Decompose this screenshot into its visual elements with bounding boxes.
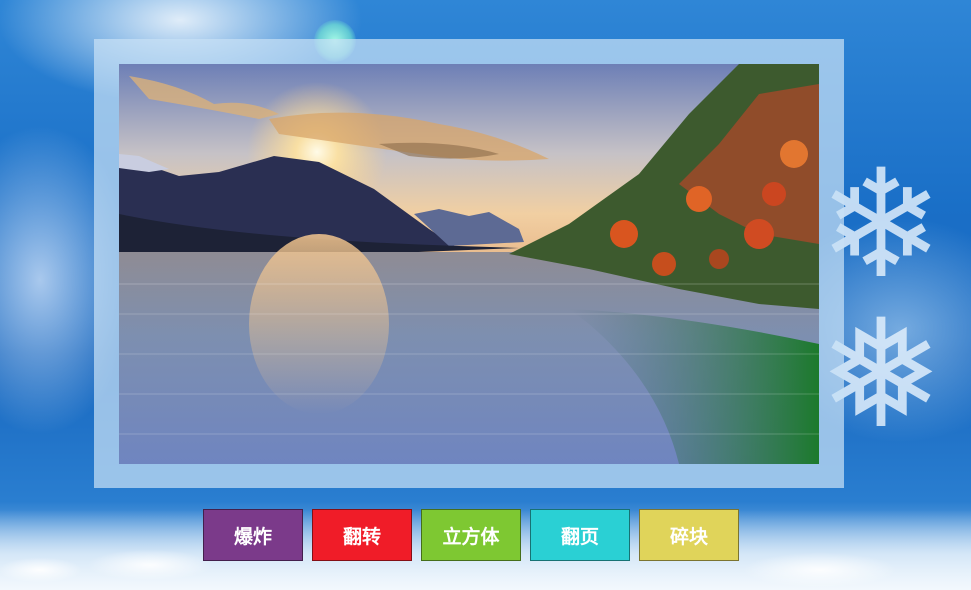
cube-button[interactable]: 立方体 — [421, 509, 521, 561]
shatter-button[interactable]: 碎块 — [639, 509, 739, 561]
flip-button[interactable]: 翻转 — [312, 509, 412, 561]
effect-button-row: 爆炸 翻转 立方体 翻页 碎块 — [203, 509, 739, 561]
mountain-lake-sunset-image — [119, 64, 819, 464]
page-turn-button[interactable]: 翻页 — [530, 509, 630, 561]
explode-button[interactable]: 爆炸 — [203, 509, 303, 561]
slideshow-frame — [94, 39, 844, 488]
